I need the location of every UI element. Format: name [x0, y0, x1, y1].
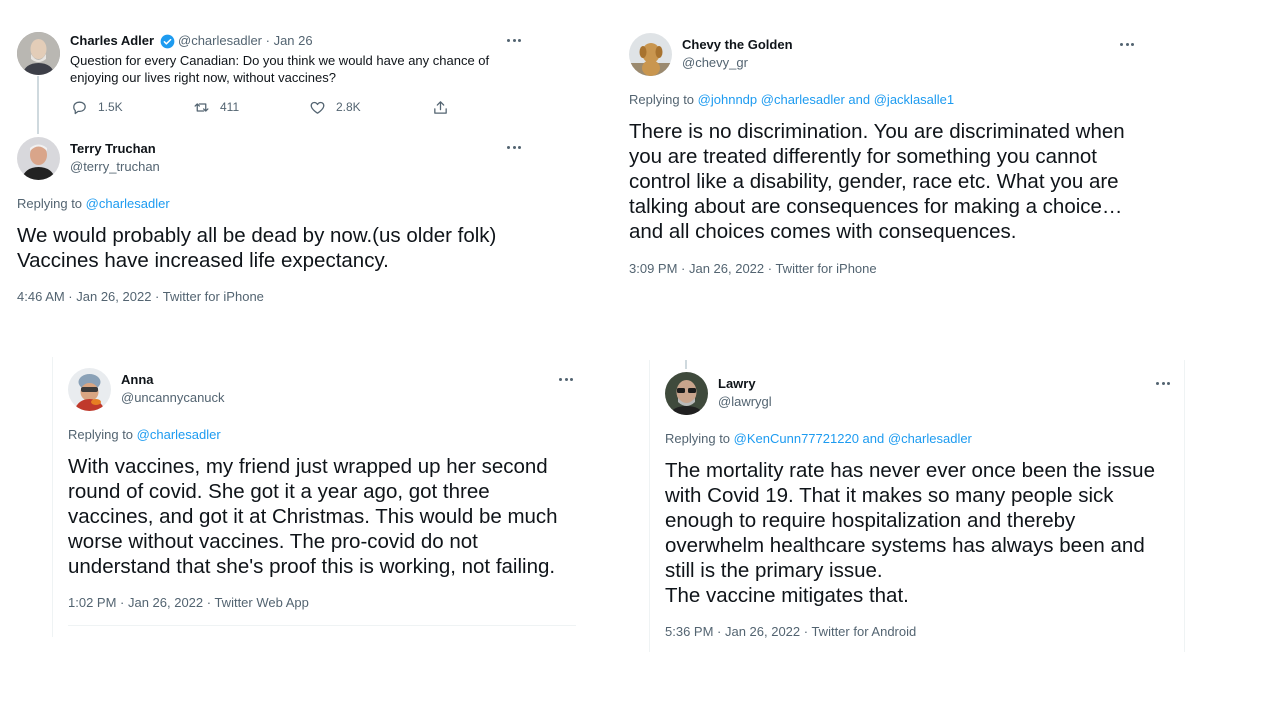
replying-to: Replying to @charlesadler — [68, 427, 221, 442]
replying-prefix: Replying to — [665, 431, 731, 446]
author-name[interactable]: Lawry — [718, 376, 756, 391]
more-icon[interactable] — [559, 378, 573, 382]
panel-border-left — [52, 357, 53, 637]
tweet-text-line-1: We would probably all be dead by now.(us… — [17, 224, 497, 247]
author-name[interactable]: Charles Adler — [70, 33, 154, 48]
tweet-text-line-4: overwhelm healthcare systems has always … — [665, 534, 1145, 557]
tweet-text-line-1: With vaccines, my friend just wrapped up… — [68, 455, 548, 478]
tweet-text-line-3: vaccines, and got it at Christmas. This … — [68, 505, 558, 528]
verified-badge-icon — [160, 34, 175, 49]
mention-link[interactable]: @charlesadler — [888, 431, 972, 446]
replying-prefix: Replying to — [629, 92, 695, 107]
avatar-terry-truchan[interactable] — [17, 137, 60, 180]
tweet-text-line-5: understand that she's proof this is work… — [68, 555, 556, 578]
replying-prefix: Replying to — [68, 427, 134, 442]
retweet-count: 411 — [220, 100, 240, 114]
author-handle-date[interactable]: @charlesadler · Jan 26 — [178, 33, 313, 48]
avatar-lawry[interactable] — [665, 372, 708, 415]
panel-border-left — [649, 360, 650, 652]
reply-action[interactable]: 1.5K — [71, 99, 123, 115]
tweet-text-line-4: worse without vaccines. The pro-covid do… — [68, 530, 478, 553]
tweet-meta[interactable]: 4:46 AM · Jan 26, 2022 · Twitter for iPh… — [17, 289, 264, 304]
tweet-text-line-1: Question for every Canadian: Do you thin… — [70, 53, 490, 68]
author-name[interactable]: Anna — [121, 372, 154, 387]
like-action[interactable]: 2.8K — [309, 99, 361, 115]
avatar-chevy-the-golden[interactable] — [629, 33, 672, 76]
replying-to: Replying to @KenCunn77721220 and @charle… — [665, 431, 972, 446]
mention-and: and — [862, 431, 885, 446]
mention-link[interactable]: @johnndp — [698, 92, 757, 107]
replying-to: Replying to @charlesadler — [17, 196, 170, 211]
mention-link[interactable]: @KenCunn77721220 — [734, 431, 859, 446]
tweet-text-line-2: enjoying our lives right now, without va… — [70, 70, 336, 85]
retweet-action[interactable]: 411 — [193, 99, 239, 115]
mention-and: and — [848, 92, 871, 107]
tweet-text-line-6: The vaccine mitigates that. — [665, 584, 909, 607]
replying-prefix: Replying to — [17, 196, 83, 211]
tweet-text-line-3: control like a disability, gender, race … — [629, 170, 1119, 193]
tweet-text-line-1: There is no discrimination. You are disc… — [629, 120, 1125, 143]
mention-link[interactable]: @charlesadler — [761, 92, 845, 107]
tweet-text-line-5: and all choices comes with consequences. — [629, 220, 1017, 243]
avatar-anna[interactable] — [68, 368, 111, 411]
like-count: 2.8K — [336, 100, 361, 114]
tweet-text-line-2: Vaccines have increased life expectancy. — [17, 249, 389, 272]
reply-icon — [73, 101, 86, 114]
author-handle[interactable]: @uncannycanuck — [121, 390, 225, 405]
panel-divider — [68, 625, 576, 626]
more-icon[interactable] — [507, 39, 521, 43]
tweet-text-line-2: you are treated differently for somethin… — [629, 145, 1097, 168]
mention-link[interactable]: @charlesadler — [137, 427, 221, 442]
panel-border-right — [1184, 360, 1185, 652]
more-icon[interactable] — [507, 146, 521, 150]
retweet-icon — [194, 102, 209, 112]
tweet-meta[interactable]: 1:02 PM · Jan 26, 2022 · Twitter Web App — [68, 595, 309, 610]
replying-to: Replying to @johnndp @charlesadler and @… — [629, 92, 954, 107]
tweet-text-line-1: The mortality rate has never ever once b… — [665, 459, 1155, 482]
author-name[interactable]: Terry Truchan — [70, 141, 156, 156]
tweet-text-line-2: with Covid 19. That it makes so many peo… — [665, 484, 1114, 507]
more-icon[interactable] — [1156, 382, 1170, 386]
thread-line — [685, 360, 687, 369]
thread-line — [37, 76, 39, 134]
author-name[interactable]: Chevy the Golden — [682, 37, 793, 52]
reply-count: 1.5K — [98, 100, 123, 114]
tweet-meta[interactable]: 5:36 PM · Jan 26, 2022 · Twitter for And… — [665, 624, 916, 639]
tweet-text-line-5: still is the primary issue. — [665, 559, 883, 582]
share-icon — [434, 100, 447, 114]
share-action[interactable] — [432, 99, 459, 115]
mention-link[interactable]: @jacklasalle1 — [874, 92, 954, 107]
tweet-text-line-3: enough to require hospitalization and th… — [665, 509, 1076, 532]
mention-link[interactable]: @charlesadler — [86, 196, 170, 211]
author-handle[interactable]: @chevy_gr — [682, 55, 748, 70]
tweet-meta[interactable]: 3:09 PM · Jan 26, 2022 · Twitter for iPh… — [629, 261, 877, 276]
tweet-text-line-2: round of covid. She got it a year ago, g… — [68, 480, 490, 503]
heart-icon — [310, 101, 325, 114]
more-icon[interactable] — [1120, 43, 1134, 47]
tweet-text-line-4: talking about are consequences for makin… — [629, 195, 1123, 218]
author-handle[interactable]: @lawrygl — [718, 394, 772, 409]
avatar-charles-adler[interactable] — [17, 32, 60, 75]
author-handle[interactable]: @terry_truchan — [70, 159, 160, 174]
